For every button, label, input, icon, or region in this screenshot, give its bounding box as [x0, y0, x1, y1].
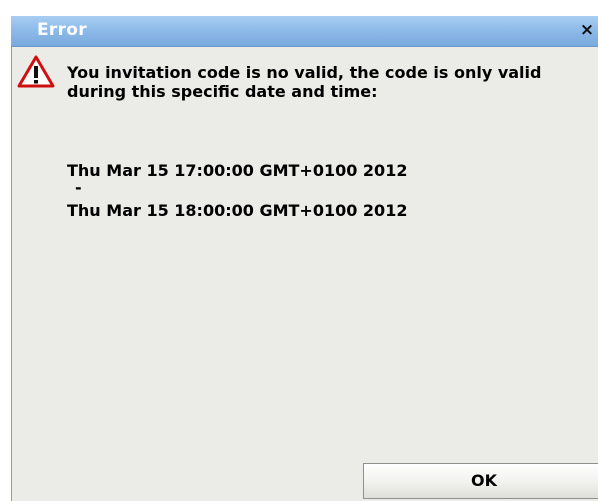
ok-button[interactable]: OK	[363, 463, 598, 499]
start-time: Thu Mar 15 17:00:00 GMT+0100 2012	[67, 161, 408, 180]
dialog-titlebar[interactable]: Error ×	[11, 16, 598, 47]
date-range-separator: -	[75, 178, 82, 197]
error-message: You invitation code is no valid, the cod…	[67, 63, 587, 101]
error-dialog: Error × You invitation code is no valid,…	[0, 0, 598, 501]
close-icon[interactable]: ×	[578, 19, 596, 41]
dialog-title: Error	[37, 20, 87, 40]
valid-date-range: Thu Mar 15 17:00:00 GMT+0100 2012 - Thu …	[67, 161, 407, 221]
error-message-text: You invitation code is no valid, the cod…	[67, 63, 542, 101]
end-time: Thu Mar 15 18:00:00 GMT+0100 2012	[67, 201, 408, 220]
dialog-body: You invitation code is no valid, the cod…	[11, 47, 598, 501]
warning-triangle-icon	[17, 55, 55, 88]
